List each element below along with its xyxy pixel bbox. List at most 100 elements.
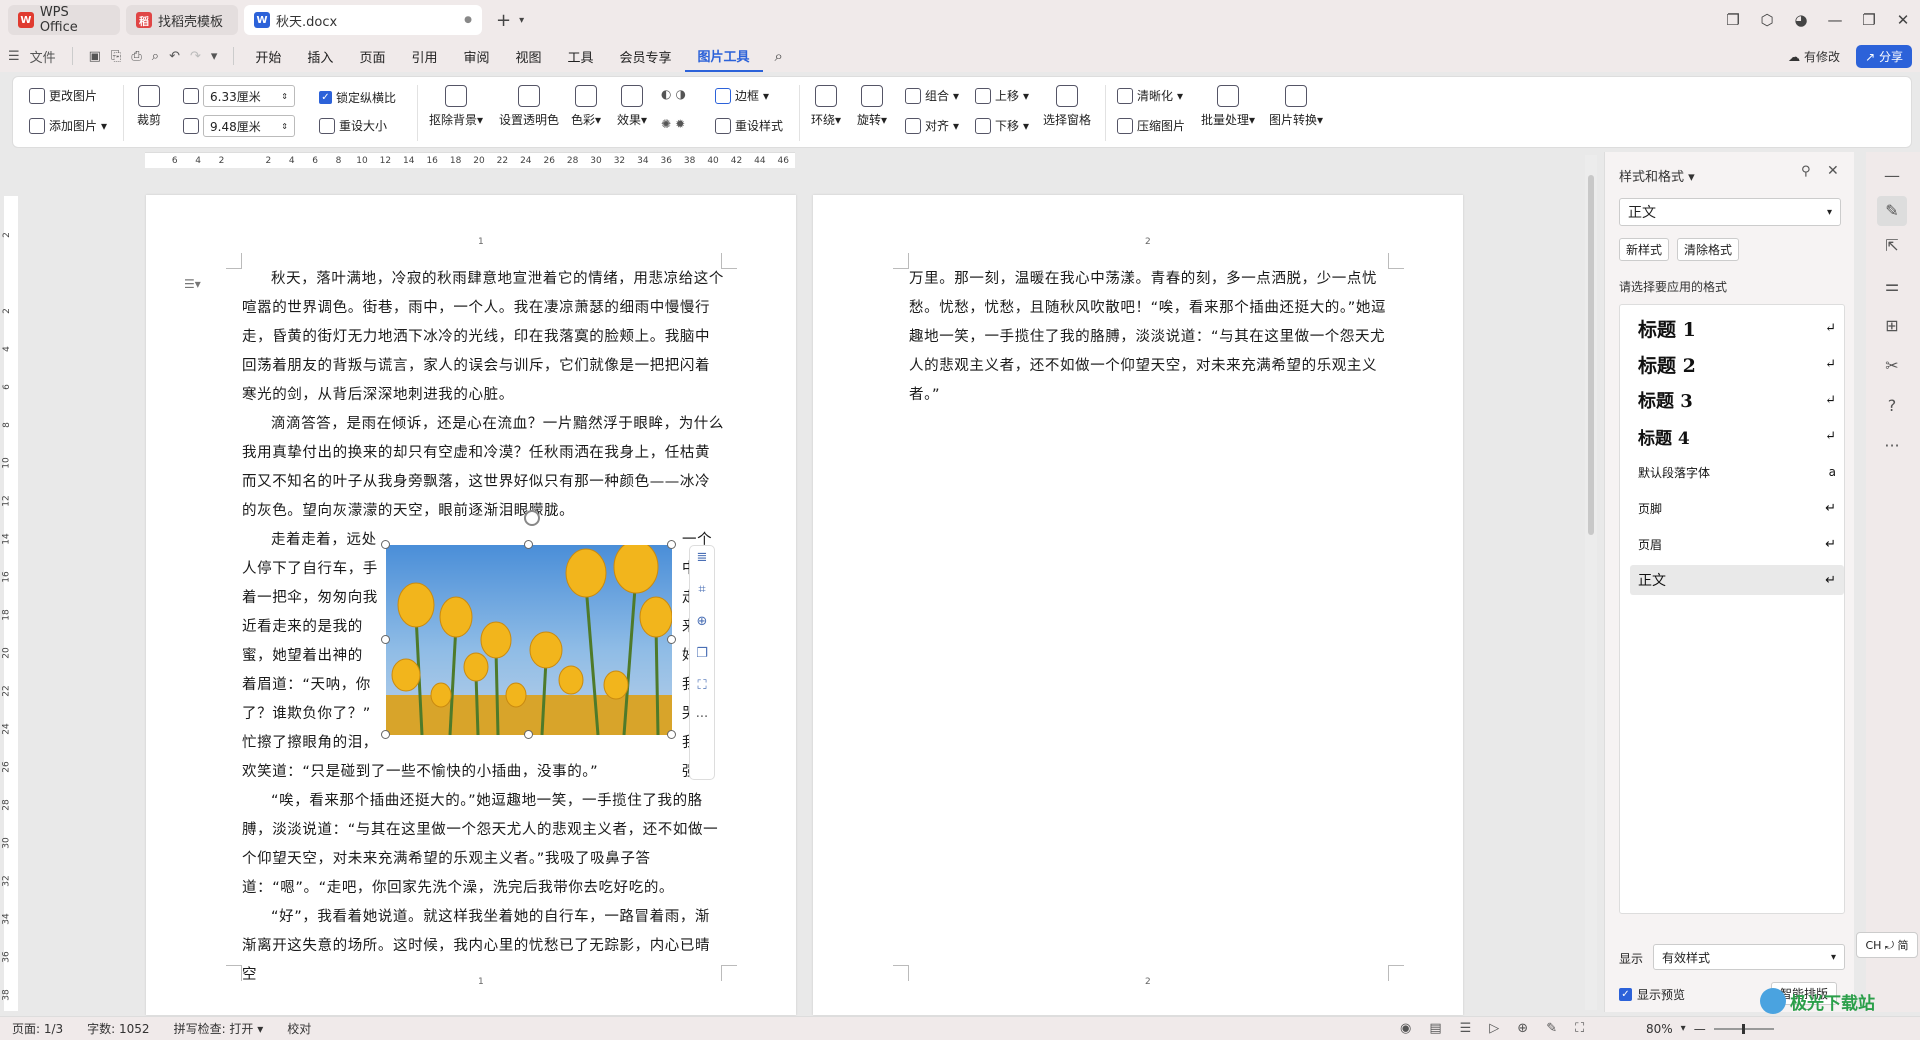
help-icon[interactable]: ?: [1881, 396, 1903, 418]
move-up-button[interactable]: 上移 ▾: [975, 87, 1029, 104]
brightness-contrast-group[interactable]: ◐ ◑: [661, 87, 686, 101]
zoom-out-icon[interactable]: —: [1694, 1022, 1706, 1036]
rotate-button[interactable]: 旋转▾: [857, 85, 887, 128]
current-style-select[interactable]: 正文 ▾: [1619, 198, 1841, 226]
menu-page[interactable]: 页面: [346, 40, 398, 72]
window-tile-icon[interactable]: ❐: [1716, 11, 1750, 29]
ime-indicator[interactable]: CH ⤾ 简: [1856, 932, 1918, 958]
selection-pane-button[interactable]: 选择窗格: [1043, 85, 1091, 128]
file-menu[interactable]: 文件: [30, 47, 56, 66]
layout-options-icon[interactable]: ≣: [697, 550, 708, 565]
style-heading-4[interactable]: 标题 4 ↵: [1630, 421, 1844, 451]
change-picture-button[interactable]: 更改图片: [29, 87, 97, 104]
border-button[interactable]: 边框 ▾: [715, 87, 769, 104]
reset-size-button[interactable]: 重设大小: [319, 117, 387, 134]
tab-document[interactable]: W 秋天.docx ●: [244, 5, 482, 35]
more-chevron-icon[interactable]: ▾: [211, 49, 218, 64]
crop-button[interactable]: 裁剪: [137, 85, 161, 128]
tab-list-chevron-icon[interactable]: ▾: [519, 15, 524, 26]
style-default-font[interactable]: 默认段落字体 a: [1630, 457, 1844, 487]
close-pane-icon[interactable]: ✕: [1827, 163, 1839, 179]
style-heading-1[interactable]: 标题 1 ↵: [1630, 313, 1844, 343]
paragraph-menu-icon[interactable]: ☰▾: [184, 277, 201, 291]
horizontal-ruler[interactable]: 6 4 2 2 4 6 8 10 12 14 16 18 20 22 24 26 28 30 32 34 36 38 40 4…: [145, 152, 795, 168]
style-footer[interactable]: 页脚 ↵: [1630, 493, 1844, 523]
zoom-slider-thumb[interactable]: [1741, 1023, 1745, 1034]
cube-icon[interactable]: ⬡: [1750, 11, 1784, 29]
sharpen-button[interactable]: 清晰化 ▾: [1117, 87, 1183, 104]
zoom-level[interactable]: 80%: [1646, 1022, 1673, 1036]
batch-process-button[interactable]: 批量处理▾: [1201, 85, 1255, 128]
height-field[interactable]: 9.48厘米 ⇕: [183, 115, 295, 137]
menu-member[interactable]: 会员专享: [607, 40, 685, 72]
unsaved-dot-icon[interactable]: ●: [464, 15, 472, 25]
effects-button[interactable]: 效果▾: [617, 85, 647, 128]
brightness-down-icon[interactable]: ✺: [661, 117, 671, 131]
group-button[interactable]: 组合 ▾: [905, 87, 959, 104]
clear-format-button[interactable]: 清除格式: [1677, 238, 1740, 261]
search-icon[interactable]: ⌕: [775, 47, 783, 65]
show-preview-checkbox[interactable]: ✓ 显示预览: [1619, 986, 1685, 1003]
resize-handle-ne[interactable]: [667, 540, 676, 549]
align-button[interactable]: 对齐 ▾: [905, 117, 959, 134]
more-icon[interactable]: ···: [696, 710, 708, 725]
web-view-icon[interactable]: ⊕: [1517, 1021, 1528, 1036]
style-header[interactable]: 页眉 ↵: [1630, 529, 1844, 559]
word-count[interactable]: 字数: 1052: [75, 1020, 161, 1037]
close-button[interactable]: ✕: [1886, 11, 1920, 29]
document-page-2[interactable]: 2 万里。那一刻，温暖在我心中荡漾。青春的刻，多一点洒脱，少一点忧愁。忧愁，忧愁…: [813, 195, 1463, 1015]
proofread[interactable]: 校对: [275, 1020, 323, 1037]
restore-button[interactable]: ❐: [1852, 11, 1886, 29]
pin-icon[interactable]: ⚲: [1801, 164, 1811, 179]
menu-review[interactable]: 审阅: [450, 40, 502, 72]
image-edit-icon[interactable]: ⊞: [1881, 316, 1903, 338]
scrollbar-thumb[interactable]: [1588, 175, 1594, 535]
compress-picture-button[interactable]: 压缩图片: [1117, 117, 1185, 134]
pen-view-icon[interactable]: ✎: [1546, 1021, 1557, 1036]
menu-view[interactable]: 视图: [502, 40, 554, 72]
print-icon[interactable]: ⎙: [131, 49, 141, 64]
tab-wps-office[interactable]: W WPS Office: [8, 5, 120, 35]
minus-icon[interactable]: —: [1881, 166, 1903, 188]
contrast-up-icon[interactable]: ◑: [675, 87, 685, 101]
copy-icon[interactable]: ❐: [696, 646, 708, 661]
rotate-handle-icon[interactable]: [524, 510, 540, 526]
eye-icon[interactable]: ◉: [1400, 1021, 1411, 1036]
resize-handle-sw[interactable]: [381, 730, 390, 739]
fit-icon[interactable]: ⛶: [1575, 1021, 1584, 1036]
resize-handle-s[interactable]: [524, 730, 533, 739]
cursor-icon[interactable]: ⇱: [1881, 236, 1903, 258]
page-indicator[interactable]: 页面: 1/3: [0, 1020, 75, 1037]
sliders-icon[interactable]: ⚌: [1881, 276, 1903, 298]
move-down-button[interactable]: 下移 ▾: [975, 117, 1029, 134]
share-button[interactable]: ↗ 分享: [1856, 45, 1912, 68]
menu-picture-tools[interactable]: 图片工具: [684, 40, 763, 72]
width-field[interactable]: 6.33厘米 ⇕: [183, 85, 295, 107]
picture-convert-button[interactable]: 图片转换▾: [1269, 85, 1323, 128]
resize-handle-w[interactable]: [381, 635, 390, 644]
tab-template[interactable]: 稻 找稻壳模板: [126, 5, 238, 35]
spell-check[interactable]: 拼写检查: 打开 ▾: [162, 1020, 276, 1037]
reset-style-button[interactable]: 重设样式: [715, 117, 783, 134]
pane-title[interactable]: 样式和格式 ▾: [1619, 166, 1695, 185]
resize-handle-n[interactable]: [524, 540, 533, 549]
vertical-ruler[interactable]: 2 2 4 6 8 10 12 14 16 18 20 22 24 26 28 30 32 34 36 38: [2, 196, 18, 1011]
wrap-button[interactable]: 环绕▾: [811, 85, 841, 128]
zoom-icon[interactable]: ⊕: [697, 614, 708, 629]
color-button[interactable]: 色彩▾: [571, 85, 601, 128]
resize-handle-nw[interactable]: [381, 540, 390, 549]
menu-start[interactable]: 开始: [242, 40, 294, 72]
zoom-slider[interactable]: [1713, 1023, 1774, 1034]
new-tab-button[interactable]: +: [496, 10, 511, 31]
lock-ratio-checkbox[interactable]: ✓ 锁定纵横比: [319, 89, 396, 106]
style-heading-3[interactable]: 标题 3 ↵: [1630, 385, 1844, 415]
zoom-chevron-icon[interactable]: ▾: [1681, 1023, 1686, 1034]
vertical-scrollbar[interactable]: [1585, 155, 1597, 1010]
menu-tools[interactable]: 工具: [555, 40, 607, 72]
play-icon[interactable]: ▷: [1489, 1021, 1499, 1036]
minimize-button[interactable]: —: [1818, 11, 1852, 29]
pen-icon[interactable]: ✎: [1877, 196, 1907, 226]
remove-background-button[interactable]: 抠除背景▾: [429, 85, 483, 128]
brightness-up-icon[interactable]: ◐: [661, 87, 671, 101]
display-select[interactable]: 有效样式 ▾: [1653, 944, 1845, 970]
